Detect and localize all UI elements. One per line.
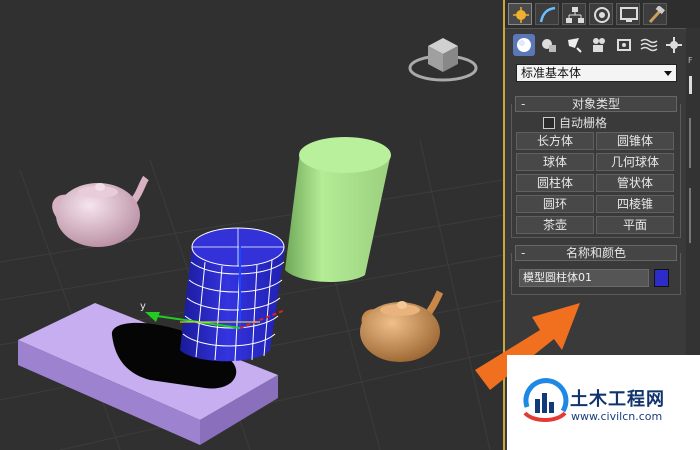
- category-helpers[interactable]: [613, 34, 635, 56]
- category-shapes[interactable]: [538, 34, 560, 56]
- scroll-track: [689, 118, 691, 168]
- category-cameras[interactable]: [588, 34, 610, 56]
- category-systems[interactable]: [663, 34, 685, 56]
- tube-button[interactable]: 管状体: [596, 174, 674, 192]
- scroll-track: [689, 188, 691, 243]
- pyramid-button[interactable]: 四棱锥: [596, 195, 674, 213]
- viewcube[interactable]: [408, 38, 478, 82]
- geometry-icon: [517, 38, 531, 52]
- teapot-button[interactable]: 茶壶: [516, 216, 594, 234]
- tab-display[interactable]: [616, 3, 640, 25]
- tab-create[interactable]: [508, 3, 532, 25]
- viewport-scene: y: [0, 38, 503, 450]
- utilities-icon: [648, 6, 665, 24]
- object-color-swatch[interactable]: [654, 269, 669, 287]
- dropdown-value: 标准基本体: [521, 66, 582, 80]
- chevron-down-icon: [664, 71, 672, 76]
- perspective-viewport[interactable]: y: [0, 0, 503, 450]
- plane-button[interactable]: 平面: [596, 216, 674, 234]
- object-name-input[interactable]: 模型圆柱体01: [519, 269, 649, 287]
- scroll-label: F: [688, 56, 693, 65]
- create-category-row: [513, 34, 683, 56]
- sphere-button[interactable]: 球体: [516, 153, 594, 171]
- motion-icon: [594, 7, 610, 23]
- cylinder-green-object[interactable]: [285, 137, 391, 282]
- systems-icon: [666, 37, 682, 53]
- checkbox-box[interactable]: [543, 117, 555, 129]
- tab-hierarchy[interactable]: [562, 3, 586, 25]
- category-geometry[interactable]: [513, 34, 535, 56]
- display-icon: [620, 7, 638, 22]
- cameras-icon: [593, 38, 605, 52]
- modify-icon: [539, 6, 556, 23]
- teapot-pink-object[interactable]: [52, 175, 149, 247]
- tab-modify[interactable]: [535, 3, 559, 25]
- scrollbar-thumb[interactable]: [689, 76, 692, 94]
- geosphere-button[interactable]: 几何球体: [596, 153, 674, 171]
- watermark-title: 土木工程网: [570, 389, 665, 410]
- box-button[interactable]: 长方体: [516, 132, 594, 150]
- cylinder-blue-selected-object[interactable]: [180, 227, 285, 362]
- category-lights[interactable]: [563, 34, 585, 56]
- site-watermark: 土木工程网 www.civilcn.com: [507, 355, 700, 450]
- torus-button[interactable]: 圆环: [516, 195, 594, 213]
- tab-motion[interactable]: [589, 3, 613, 25]
- object-category-dropdown[interactable]: 标准基本体: [516, 64, 677, 82]
- watermark-url: www.civilcn.com: [571, 410, 663, 423]
- lights-icon: [568, 38, 582, 53]
- cylinder-button[interactable]: 圆柱体: [516, 174, 594, 192]
- command-panel-tabs: [505, 0, 700, 29]
- civilcn-logo-icon: [523, 378, 569, 422]
- category-spacewarps[interactable]: [638, 34, 660, 56]
- hierarchy-icon: [566, 7, 584, 23]
- autogrid-label: 自动栅格: [559, 116, 608, 130]
- create-icon: [513, 7, 529, 23]
- teapot-orange-object[interactable]: [360, 290, 444, 362]
- helpers-icon: [617, 39, 631, 51]
- cone-button[interactable]: 圆锥体: [596, 132, 674, 150]
- shapes-icon: [542, 39, 556, 52]
- gizmo-axis-y-label: y: [140, 301, 146, 312]
- spacewarps-icon: [640, 38, 658, 52]
- tab-utilities[interactable]: [643, 3, 667, 25]
